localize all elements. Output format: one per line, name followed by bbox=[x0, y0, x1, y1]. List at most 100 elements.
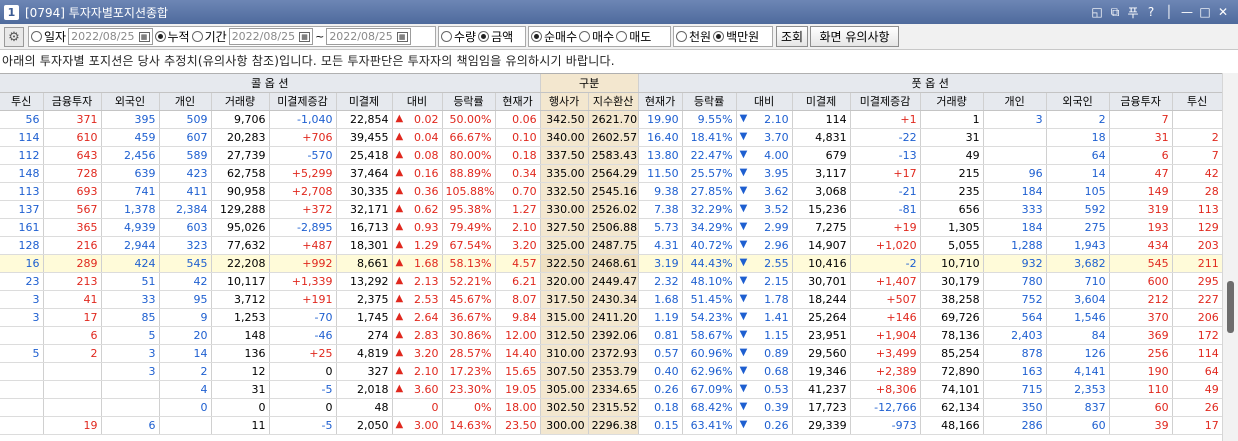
table-row[interactable]: 137 567 1,378 2,384 129,288 +372 32,171 ▲ 0.62 95… bbox=[0, 200, 1222, 219]
calendar-icon[interactable]: ▦ bbox=[138, 31, 150, 42]
window-help-icon[interactable]: ? bbox=[1142, 3, 1160, 21]
diff-value: 0.53 bbox=[764, 382, 789, 396]
radio-daily[interactable]: 일자 bbox=[31, 28, 66, 45]
cell-c-foreign: 639 bbox=[101, 164, 160, 183]
calendar-icon[interactable]: ▦ bbox=[299, 31, 311, 42]
column-header[interactable]: 개인 bbox=[983, 92, 1047, 111]
toolbar: ⚙ 일자 2022/08/25 ▦ 누적 기간 2022/08/25 ▦ ~ 202… bbox=[0, 24, 1238, 50]
date-single-value: 2022/08/25 bbox=[71, 30, 135, 43]
cell-c-rate: 105.88% bbox=[442, 182, 496, 201]
notice-button[interactable]: 화면 유의사항 bbox=[810, 26, 899, 47]
diff-cell: ▼ 3.95 bbox=[740, 167, 789, 180]
column-header[interactable]: 행사가 bbox=[540, 92, 589, 111]
cell-c-rate: 36.67% bbox=[442, 308, 496, 327]
column-header[interactable]: 거래량 bbox=[211, 92, 270, 111]
table-row[interactable]: 161 365 4,939 603 95,026 -2,895 16,713 ▲ 0.93 79.… bbox=[0, 218, 1222, 237]
table-row[interactable]: 23 213 51 42 10,117 +1,339 13,292 ▲ 2.13 52.21% 6.… bbox=[0, 272, 1222, 291]
table-row[interactable]: 3 41 33 95 3,712 +191 2,375 ▲ 2.53 45.67% 8.07 317.… bbox=[0, 290, 1222, 309]
radio-million-won[interactable]: 백만원 bbox=[713, 28, 759, 45]
diff-cell: ▼ 2.99 bbox=[740, 221, 789, 234]
column-header[interactable]: 개인 bbox=[159, 92, 212, 111]
table-row[interactable]: 0 0 0 48 0 0% 18.00 302.50 2315.52 0.18 68.42% ▼ 0.3… bbox=[0, 398, 1222, 417]
diff-cell: ▼ 0.68 bbox=[740, 365, 789, 378]
diff-value: 2.10 bbox=[414, 364, 439, 378]
window-pin-icon[interactable]: 푸 bbox=[1124, 3, 1142, 21]
calendar-icon[interactable]: ▦ bbox=[396, 31, 408, 42]
window-link-icon[interactable]: ◱ bbox=[1088, 3, 1106, 21]
window-copy-icon[interactable]: ⧉ bbox=[1106, 3, 1124, 21]
radio-period[interactable]: 기간 bbox=[191, 28, 227, 45]
cell-c-oi_chg: -2,895 bbox=[269, 218, 337, 237]
column-header[interactable]: 투신 bbox=[1172, 92, 1222, 111]
cell-p-trust: 113 bbox=[1172, 200, 1222, 219]
radio-dot-icon bbox=[676, 31, 687, 42]
cell-p-rate: 40.72% bbox=[682, 236, 737, 255]
column-header[interactable]: 현재가 bbox=[495, 92, 541, 111]
column-header[interactable]: 투신 bbox=[0, 92, 44, 111]
cell-strike: 340.00 bbox=[540, 128, 589, 147]
radio-sell[interactable]: 매도 bbox=[616, 28, 651, 45]
column-header[interactable]: 외국인 bbox=[101, 92, 160, 111]
window-close-icon[interactable]: ✕ bbox=[1214, 3, 1232, 21]
cell-p-price: 0.26 bbox=[638, 380, 683, 399]
column-header[interactable]: 금융투자 bbox=[43, 92, 102, 111]
query-button[interactable]: 조회 bbox=[776, 26, 808, 47]
column-header[interactable]: 대비 bbox=[736, 92, 793, 111]
column-header[interactable]: 지수환산 bbox=[588, 92, 639, 111]
table-row[interactable]: 148 728 639 423 62,758 +5,299 37,464 ▲ 0.16 88.89… bbox=[0, 164, 1222, 183]
vertical-scrollbar[interactable] bbox=[1222, 73, 1238, 441]
column-header[interactable]: 미결제 bbox=[792, 92, 851, 111]
column-header[interactable]: 미결제증감 bbox=[850, 92, 921, 111]
table-row[interactable]: 16 289 424 545 22,208 +992 8,661 ▲ 1.68 58.13% 4.5… bbox=[0, 254, 1222, 273]
date-single-input[interactable]: 2022/08/25 ▦ bbox=[68, 28, 153, 45]
date-from-input[interactable]: 2022/08/25 ▦ bbox=[228, 28, 314, 45]
cell-c-rate: 95.38% bbox=[442, 200, 496, 219]
radio-amount[interactable]: 금액 bbox=[478, 28, 513, 45]
cell-p-indiv bbox=[983, 146, 1047, 165]
date-to-input[interactable]: 2022/08/25 ▦ bbox=[326, 28, 411, 45]
cell-p-oi: 17,723 bbox=[792, 398, 851, 417]
scrollbar-thumb[interactable] bbox=[1227, 281, 1234, 333]
column-header[interactable]: 등락률 bbox=[682, 92, 737, 111]
cell-p-oi_chg: +3,499 bbox=[850, 344, 921, 363]
radio-net-buy[interactable]: 순매수 bbox=[531, 28, 577, 45]
window-number-badge[interactable]: 1 bbox=[4, 4, 19, 20]
table-row[interactable]: 4 31 -5 2,018 ▲ 3.60 23.30% 19.05 305.00 2334.65 0… bbox=[0, 380, 1222, 399]
cell-p-oi: 114 bbox=[792, 110, 851, 129]
table-row[interactable]: 5 2 3 14 136 +25 4,819 ▲ 3.20 28.57% 14.40 310.00 23… bbox=[0, 344, 1222, 363]
table-row[interactable]: 112 643 2,456 589 27,739 -570 25,418 ▲ 0.08 80.00… bbox=[0, 146, 1222, 165]
table-row[interactable]: 113 693 741 411 90,958 +2,708 30,335 ▲ 0.36 105.8… bbox=[0, 182, 1222, 201]
column-header[interactable]: 대비 bbox=[392, 92, 443, 111]
gear-icon[interactable]: ⚙ bbox=[4, 27, 24, 47]
triangle-down-icon: ▼ bbox=[739, 112, 748, 124]
column-header[interactable]: 등락률 bbox=[442, 92, 496, 111]
window-maximize-icon[interactable]: □ bbox=[1196, 3, 1214, 21]
table-row[interactable]: 6 5 20 148 -46 274 ▲ 2.83 30.86% 12.00 312.50 2392.… bbox=[0, 326, 1222, 345]
column-header[interactable]: 현재가 bbox=[638, 92, 683, 111]
triangle-up-icon: ▲ bbox=[395, 310, 404, 322]
table-row[interactable]: 19 6 11 -5 2,050 ▲ 3.00 14.63% 23.50 300.00 2296.3… bbox=[0, 416, 1222, 435]
table-row[interactable]: 56 371 395 509 9,706 -1,040 22,854 ▲ 0.02 50.00% 0… bbox=[0, 110, 1222, 129]
cell-c-foreign: 51 bbox=[101, 272, 160, 291]
cell-c-fin bbox=[43, 380, 102, 399]
table-row[interactable]: 3 2 12 0 327 ▲ 2.10 17.23% 15.65 307.50 2353.79 0.4… bbox=[0, 362, 1222, 381]
cell-p-oi: 29,339 bbox=[792, 416, 851, 435]
cell-p-fin: 369 bbox=[1109, 326, 1173, 345]
radio-cumulative[interactable]: 누적 bbox=[154, 28, 190, 45]
cell-p-rate: 18.41% bbox=[682, 128, 737, 147]
cell-c-fin: 728 bbox=[43, 164, 102, 183]
radio-buy[interactable]: 매수 bbox=[579, 28, 614, 45]
table-row[interactable]: 3 17 85 9 1,253 -70 1,745 ▲ 2.64 36.67% 9.84 315.00… bbox=[0, 308, 1222, 327]
column-header[interactable]: 미결제 bbox=[336, 92, 393, 111]
radio-thousand-won[interactable]: 천원 bbox=[676, 28, 711, 45]
cell-index: 2411.20 bbox=[588, 308, 639, 327]
column-header[interactable]: 미결제증감 bbox=[269, 92, 337, 111]
column-header[interactable]: 외국인 bbox=[1046, 92, 1110, 111]
column-header[interactable]: 금융투자 bbox=[1109, 92, 1173, 111]
cell-c-oi: 16,713 bbox=[336, 218, 393, 237]
radio-qty[interactable]: 수량 bbox=[441, 28, 476, 45]
column-header[interactable]: 거래량 bbox=[920, 92, 984, 111]
window-minimize-icon[interactable]: — bbox=[1178, 3, 1196, 21]
table-row[interactable]: 114 610 459 607 20,283 +706 39,455 ▲ 0.04 66.67% 0… bbox=[0, 128, 1222, 147]
table-row[interactable]: 128 216 2,944 323 77,632 +487 18,301 ▲ 1.29 67.54… bbox=[0, 236, 1222, 255]
